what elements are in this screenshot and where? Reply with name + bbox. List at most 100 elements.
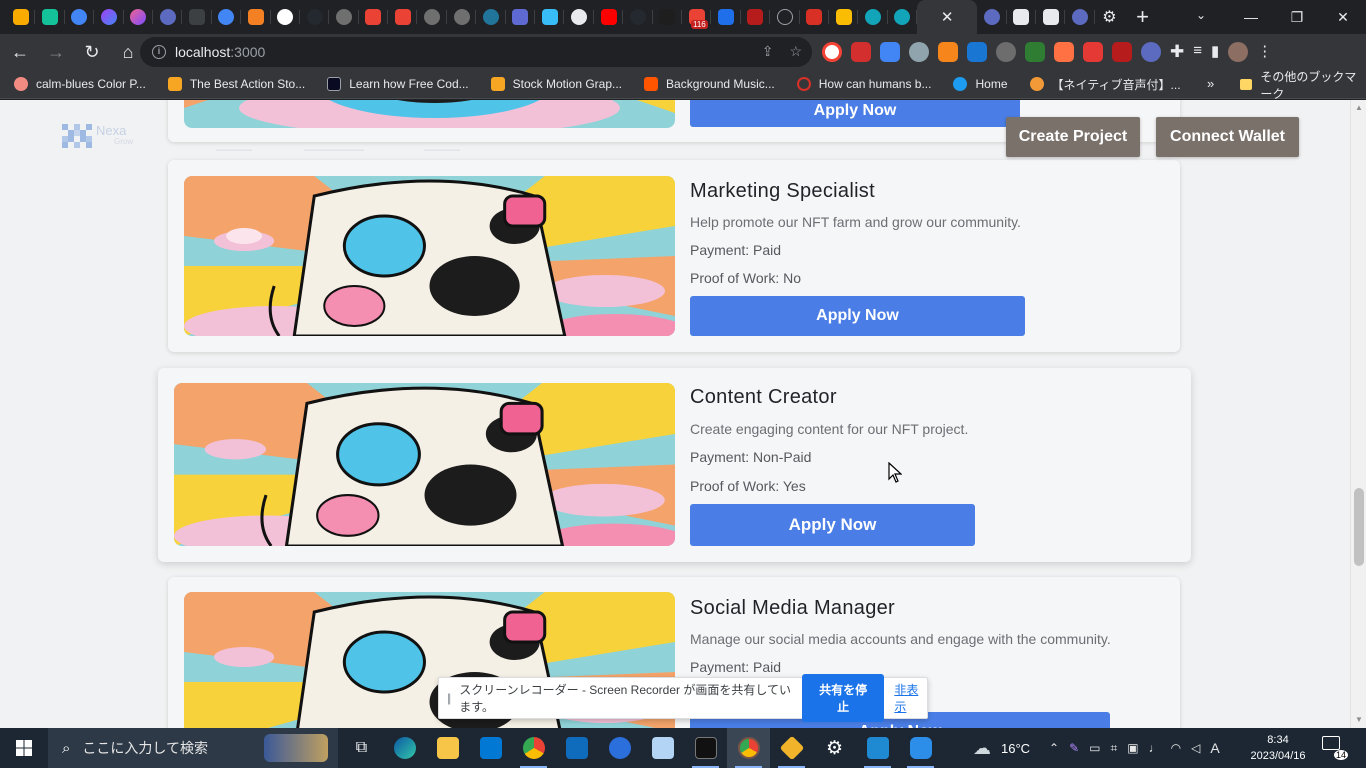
tab-wave[interactable] xyxy=(535,0,565,34)
drag-handle-icon[interactable]: || xyxy=(447,691,451,705)
new-tab-button[interactable]: + xyxy=(1136,4,1149,30)
metamask-icon[interactable] xyxy=(938,42,958,62)
taskbar-chrome-dev[interactable] xyxy=(727,728,770,768)
wifi-icon[interactable]: ◠ xyxy=(1171,741,1181,755)
reading-list-icon[interactable]: ≡ xyxy=(1193,42,1202,62)
scroll-down-arrow-icon[interactable]: ▼ xyxy=(1354,715,1364,725)
tab-gradient-1[interactable] xyxy=(94,0,124,34)
tab-openai-3[interactable] xyxy=(447,0,477,34)
taskbar-arc[interactable] xyxy=(598,728,641,768)
bookmark-4[interactable]: Background Music... xyxy=(630,70,783,99)
tab-gradient-2[interactable] xyxy=(124,0,153,34)
tab-linear[interactable] xyxy=(506,0,536,34)
tab-vscode-web[interactable] xyxy=(711,0,741,34)
tab-settings-1[interactable] xyxy=(153,0,183,34)
tab-blank[interactable] xyxy=(182,0,212,34)
hide-link[interactable]: 非表示 xyxy=(894,681,927,715)
scroll-up-arrow-icon[interactable]: ▲ xyxy=(1354,103,1364,113)
minimize-button[interactable]: — xyxy=(1228,0,1274,34)
tab-figma[interactable] xyxy=(653,0,682,34)
tab-github-2[interactable] xyxy=(623,0,653,34)
taskbar-chrome[interactable] xyxy=(512,728,555,768)
nav-link-ghost[interactable]: ————— xyxy=(304,142,364,156)
bookmarks-overflow-button[interactable]: » xyxy=(1207,76,1214,91)
bookmark-star-icon[interactable]: ☆ xyxy=(789,43,802,60)
taskbar-clock[interactable]: 8:34 2023/04/16 xyxy=(1246,732,1310,764)
taskbar-remote[interactable] xyxy=(899,728,942,768)
nav-link-ghost[interactable]: ——— xyxy=(216,142,252,156)
avatar[interactable] xyxy=(1228,42,1249,62)
tab-chrome-settings[interactable]: ⚙ xyxy=(1095,0,1124,34)
tab-stack[interactable] xyxy=(241,0,271,34)
apply-now-button[interactable]: Apply Now xyxy=(690,296,1025,336)
share-icon[interactable]: ⇪ xyxy=(762,43,774,60)
bookmark-7[interactable]: 【ネイティブ音声付】... xyxy=(1016,70,1189,99)
site-logo[interactable]: Nexa Grow xyxy=(62,124,133,150)
site-info-icon[interactable]: i xyxy=(152,45,166,59)
translate-icon[interactable] xyxy=(880,42,900,62)
bookmark-0[interactable]: calm-blues Color P... xyxy=(0,70,154,99)
extension-icon[interactable] xyxy=(1083,42,1103,62)
notification-center-button[interactable]: 14 xyxy=(1322,736,1348,760)
tab-keep[interactable] xyxy=(6,0,36,34)
nav-link-ghost[interactable]: ——— xyxy=(424,142,460,156)
taskbar-terminal[interactable] xyxy=(684,728,727,768)
taskbar-explorer[interactable] xyxy=(426,728,469,768)
taskbar-mail[interactable] xyxy=(555,728,598,768)
bookmark-1[interactable]: The Best Action Sto... xyxy=(154,70,313,99)
screen-recorder-icon[interactable] xyxy=(967,42,987,62)
reload-button[interactable]: ↻ xyxy=(76,36,108,68)
tab-image-1[interactable] xyxy=(1007,0,1036,34)
tab-wordpress[interactable] xyxy=(476,0,506,34)
tab-vercel[interactable] xyxy=(271,0,300,34)
extensions-puzzle-icon[interactable]: ✚ xyxy=(1170,42,1184,62)
ime-indicator[interactable]: A xyxy=(1210,740,1219,756)
shield-icon[interactable] xyxy=(851,42,871,62)
tab-settings-3[interactable] xyxy=(1065,0,1095,34)
bookmark-5[interactable]: How can humans b... xyxy=(783,70,940,99)
restore-button[interactable]: ❐ xyxy=(1274,0,1320,34)
volume-icon[interactable]: ◁ xyxy=(1191,741,1200,755)
tab-drive-2[interactable] xyxy=(212,0,242,34)
start-button[interactable] xyxy=(0,728,48,768)
create-project-button[interactable]: Create Project xyxy=(1006,117,1140,157)
tab-gmail-2[interactable] xyxy=(388,0,418,34)
address-bar[interactable]: i localhost:3000 ⇪ ☆ xyxy=(140,37,812,67)
connect-wallet-button[interactable]: Connect Wallet xyxy=(1156,117,1299,157)
tab-drive[interactable] xyxy=(65,0,95,34)
extension-icon[interactable] xyxy=(909,42,929,62)
taskbar-search-input[interactable]: ⌕ ここに入力して検索 xyxy=(48,728,338,768)
tab-image-2[interactable] xyxy=(1036,0,1066,34)
tab-openai-1[interactable] xyxy=(329,0,359,34)
close-icon[interactable]: ✕ xyxy=(941,8,954,26)
taskbar-edge[interactable] xyxy=(383,728,426,768)
extension-icon[interactable] xyxy=(822,42,842,62)
stop-sharing-button[interactable]: 共有を停止 xyxy=(801,674,885,722)
tray-overflow-chevron-icon[interactable]: ⌃ xyxy=(1049,741,1059,755)
tree-icon[interactable] xyxy=(1025,42,1045,62)
weather-cloud-icon[interactable]: ☁ xyxy=(973,738,991,759)
tab-grammar[interactable] xyxy=(35,0,65,34)
bookmark-6[interactable]: Home xyxy=(939,70,1015,99)
dropper-icon[interactable] xyxy=(996,42,1016,62)
ublock-icon[interactable] xyxy=(1112,42,1132,62)
taskbar-vscode[interactable] xyxy=(856,728,899,768)
apply-now-button[interactable]: Apply Now xyxy=(690,100,1020,127)
tab-gmail-1[interactable] xyxy=(359,0,389,34)
other-bookmarks[interactable]: その他のブックマーク xyxy=(1240,70,1366,101)
tab-y[interactable] xyxy=(741,0,771,34)
battery-icon[interactable]: ▭ xyxy=(1089,741,1100,755)
tab-shield[interactable] xyxy=(829,0,859,34)
gear-icon[interactable] xyxy=(1141,42,1161,62)
bookmark-2[interactable]: Learn how Free Cod... xyxy=(313,70,476,99)
network-icon[interactable]: ⌗ xyxy=(1111,741,1118,756)
tab-a[interactable] xyxy=(770,0,800,34)
tab-notifications[interactable]: 116 xyxy=(682,0,712,34)
weather-temperature[interactable]: 16°C xyxy=(1001,741,1030,756)
extension-icon[interactable] xyxy=(1054,42,1074,62)
menu-kebab-icon[interactable]: ⋮ xyxy=(1257,42,1272,62)
tab-settings-2[interactable] xyxy=(977,0,1007,34)
tab-c-1[interactable] xyxy=(858,0,888,34)
taskbar-store[interactable] xyxy=(469,728,512,768)
tab-c-2[interactable] xyxy=(888,0,918,34)
